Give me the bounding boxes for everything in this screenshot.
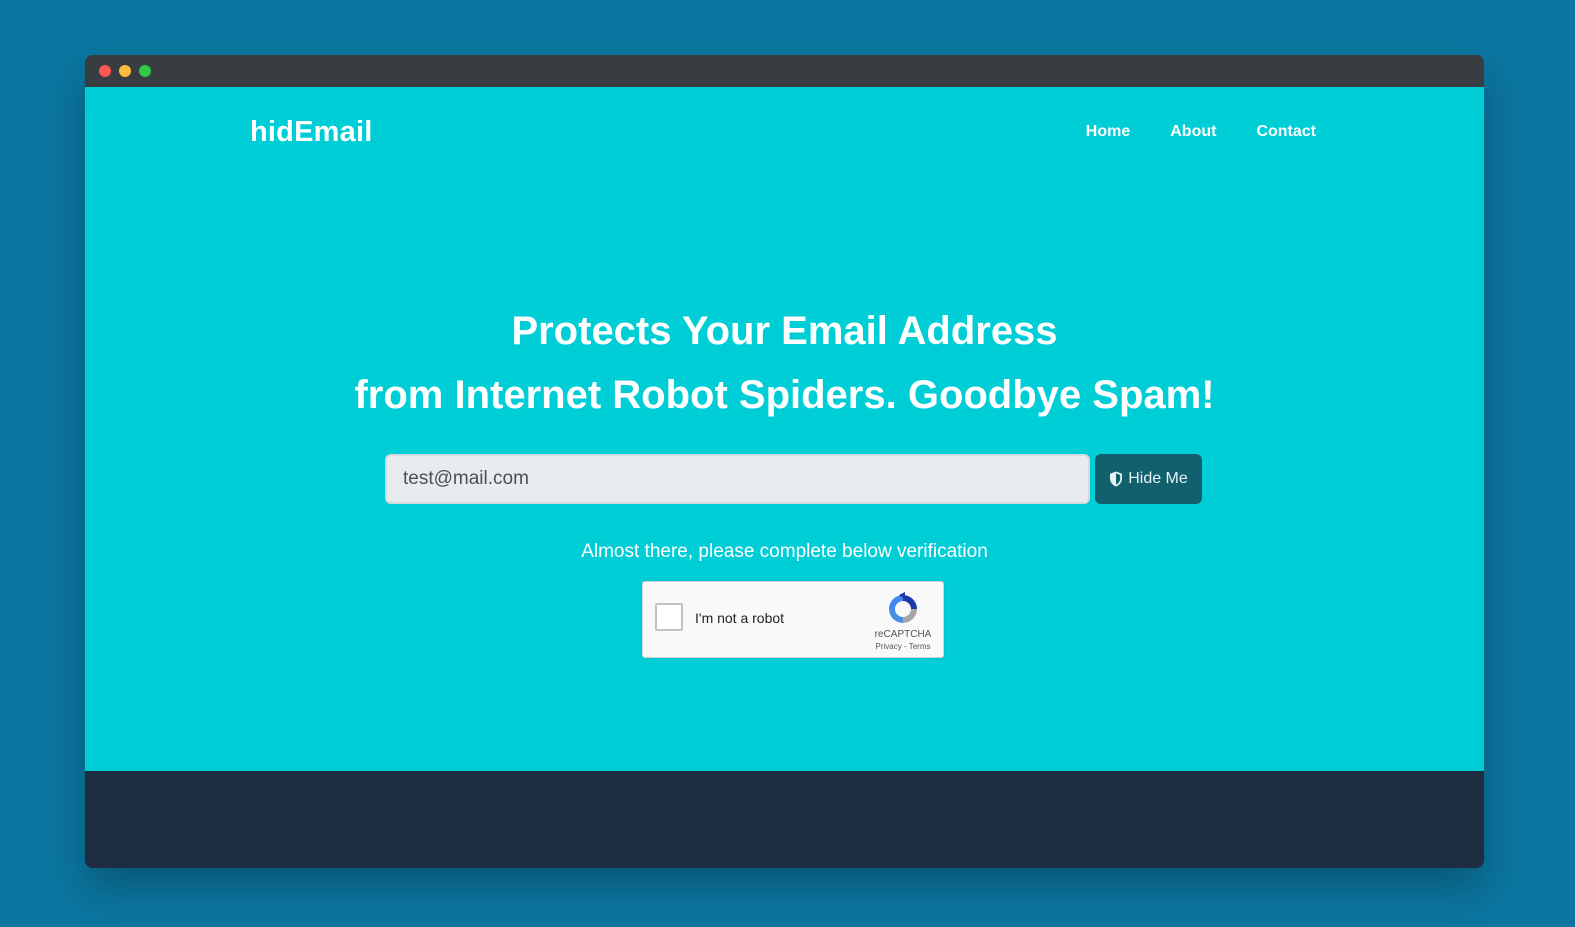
- minimize-window-dot[interactable]: [119, 65, 131, 77]
- recaptcha-terms-link[interactable]: Terms: [909, 642, 931, 651]
- recaptcha-link-separator: -: [901, 642, 909, 651]
- nav-home-link[interactable]: Home: [1086, 123, 1130, 141]
- email-input[interactable]: [385, 454, 1090, 504]
- hero-section: hidEmail Home About Contact Protects You…: [85, 87, 1484, 771]
- window-titlebar: [85, 55, 1484, 87]
- maximize-window-dot[interactable]: [139, 65, 151, 77]
- recaptcha-logo-icon: [889, 592, 917, 623]
- recaptcha-label: I'm not a robot: [695, 610, 785, 626]
- recaptcha-brand: reCAPTCHA: [874, 629, 932, 640]
- main-nav: Home About Contact: [1086, 123, 1316, 141]
- hero-headline: Protects Your Email Address from Interne…: [85, 299, 1484, 427]
- recaptcha-widget: I'm not a robot reCAPTCHA Privacy - Term…: [642, 581, 944, 658]
- headline-line-1: Protects Your Email Address: [511, 309, 1058, 353]
- shield-icon: [1110, 471, 1123, 487]
- page-footer: [85, 771, 1484, 868]
- hide-me-button[interactable]: Hide Me: [1095, 454, 1202, 504]
- brand-logo[interactable]: hidEmail: [250, 116, 372, 149]
- recaptcha-links: Privacy - Terms: [863, 642, 943, 651]
- browser-window: hidEmail Home About Contact Protects You…: [85, 55, 1484, 868]
- recaptcha-checkbox[interactable]: [655, 603, 683, 631]
- verification-prompt: Almost there, please complete below veri…: [581, 541, 988, 562]
- nav-contact-link[interactable]: Contact: [1256, 123, 1316, 141]
- navbar: hidEmail Home About Contact: [250, 87, 1318, 177]
- hide-email-form: Hide Me: [385, 454, 1202, 504]
- nav-about-link[interactable]: About: [1170, 123, 1216, 141]
- close-window-dot[interactable]: [99, 65, 111, 77]
- headline-line-2: from Internet Robot Spiders. Goodbye Spa…: [354, 373, 1215, 417]
- hide-me-label: Hide Me: [1128, 470, 1188, 487]
- recaptcha-privacy-link[interactable]: Privacy: [876, 642, 902, 651]
